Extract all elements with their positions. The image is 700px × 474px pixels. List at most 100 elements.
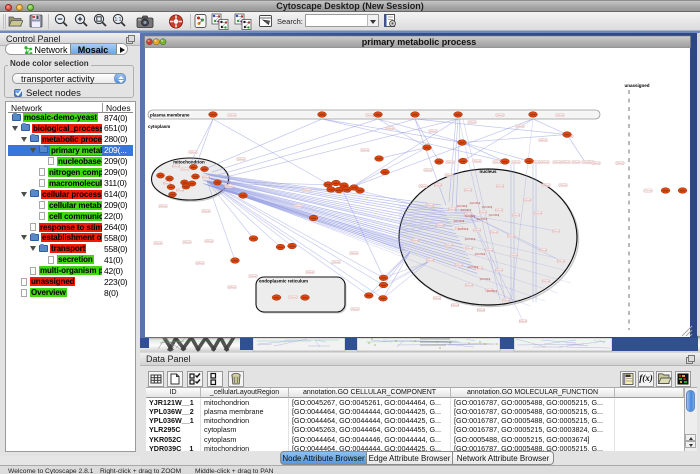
svg-text:[Gw-a]: [Gw-a] — [516, 125, 523, 128]
svg-text:[Gw-a]: [Gw-a] — [495, 269, 502, 272]
svg-text:plasma membrane: plasma membrane — [150, 113, 190, 118]
svg-text:[Gw-a]: [Gw-a] — [496, 185, 503, 188]
svg-text:[Gw-a]: [Gw-a] — [183, 241, 190, 244]
svg-text:[Gw-a]: [Gw-a] — [289, 296, 296, 299]
svg-text:[Gw-a]: [Gw-a] — [154, 242, 161, 245]
svg-text:unassigned: unassigned — [624, 83, 649, 88]
svg-text:[Gw-a]: [Gw-a] — [519, 320, 526, 323]
svg-text:[Gw-a]: [Gw-a] — [562, 161, 569, 164]
svg-text:primary metabolic process: primary metabolic process — [362, 37, 477, 47]
svg-text:[Gw-a]: [Gw-a] — [434, 184, 441, 187]
svg-text:[Gw-a]: [Gw-a] — [465, 284, 472, 287]
svg-text:[Gw-a]: [Gw-a] — [512, 214, 519, 217]
svg-text:[Gw-a]: [Gw-a] — [294, 205, 301, 208]
svg-text:nucleus: nucleus — [479, 169, 497, 174]
svg-text:[GO:004]: [GO:004] — [458, 227, 469, 231]
svg-text:[Gw-a]: [Gw-a] — [433, 297, 440, 300]
svg-text:[Gw-a]: [Gw-a] — [332, 261, 339, 264]
svg-text:[GO:004]: [GO:004] — [470, 201, 481, 205]
svg-text:[Gw-a]: [Gw-a] — [205, 240, 212, 243]
svg-text:[Gw-a]: [Gw-a] — [496, 114, 503, 117]
svg-text:[Gw-a]: [Gw-a] — [539, 249, 546, 252]
svg-text:1:1: 1:1 — [115, 17, 122, 23]
svg-text:[Gw-a]: [Gw-a] — [510, 254, 517, 257]
svg-text:[Gw-a]: [Gw-a] — [493, 161, 500, 164]
svg-text:[Gw-a]: [Gw-a] — [303, 189, 310, 192]
svg-text:[Gw-a]: [Gw-a] — [465, 247, 472, 250]
svg-text:[Gw-a]: [Gw-a] — [196, 262, 203, 265]
svg-text:mitochondrion: mitochondrion — [173, 160, 205, 165]
svg-text:[Gw-a]: [Gw-a] — [202, 176, 209, 179]
svg-text:[Gw-a]: [Gw-a] — [644, 190, 651, 193]
svg-text:[Gw-a]: [Gw-a] — [446, 161, 453, 164]
svg-text:[GO:004]: [GO:004] — [465, 237, 476, 241]
svg-text:[Gw-a]: [Gw-a] — [473, 160, 480, 163]
svg-text:[Gw-a]: [Gw-a] — [225, 185, 232, 188]
svg-text:[Gw-a]: [Gw-a] — [181, 168, 188, 171]
svg-text:[Gw-a]: [Gw-a] — [542, 184, 549, 187]
svg-text:[Gw-a]: [Gw-a] — [448, 208, 455, 211]
svg-text:[Gw-a]: [Gw-a] — [572, 161, 579, 164]
svg-text:[Gw-a]: [Gw-a] — [159, 205, 166, 208]
svg-text:[Gw-a]: [Gw-a] — [559, 184, 566, 187]
svg-text:[Gw-a]: [Gw-a] — [534, 212, 541, 215]
svg-text:[Gw-a]: [Gw-a] — [495, 209, 502, 212]
svg-text:[Gw-a]: [Gw-a] — [189, 151, 196, 154]
svg-text:[Gw-a]: [Gw-a] — [350, 252, 357, 255]
svg-text:[Gw-a]: [Gw-a] — [592, 162, 599, 165]
svg-text:[Gw-a]: [Gw-a] — [172, 165, 179, 168]
svg-text:[Gw-a]: [Gw-a] — [502, 299, 509, 302]
svg-text:cytoplasm: cytoplasm — [148, 124, 170, 129]
svg-text:[Gw-a]: [Gw-a] — [424, 169, 431, 172]
svg-text:[Gw-a]: [Gw-a] — [202, 210, 209, 213]
svg-text:[Gw-a]: [Gw-a] — [426, 204, 433, 207]
svg-text:[Gw-a]: [Gw-a] — [411, 239, 418, 242]
svg-text:[Gw-a]: [Gw-a] — [464, 189, 471, 192]
svg-text:[Gw-a]: [Gw-a] — [419, 185, 426, 188]
svg-text:[Gw-a]: [Gw-a] — [616, 162, 623, 165]
svg-text:[GO:004]: [GO:004] — [480, 277, 491, 281]
svg-text:[GO:004]: [GO:004] — [468, 265, 479, 269]
svg-text:[Gw-a]: [Gw-a] — [445, 244, 452, 247]
svg-text:[GO:004]: [GO:004] — [465, 214, 476, 218]
svg-text:[Gw-a]: [Gw-a] — [366, 114, 373, 117]
svg-text:[Gw-a]: [Gw-a] — [455, 264, 462, 267]
svg-text:[Gw-a]: [Gw-a] — [542, 280, 549, 283]
svg-text:[Gw-a]: [Gw-a] — [523, 199, 530, 202]
svg-text:[Gw-a]: [Gw-a] — [468, 121, 475, 124]
svg-text:[Gw-a]: [Gw-a] — [552, 230, 559, 233]
svg-text:[GO:004]: [GO:004] — [477, 217, 488, 221]
svg-text:[Gw-a]: [Gw-a] — [556, 114, 563, 117]
svg-text:[Gw-a]: [Gw-a] — [557, 260, 564, 263]
svg-text:[Gw-a]: [Gw-a] — [249, 275, 256, 278]
svg-text:[Gw-a]: [Gw-a] — [445, 174, 452, 177]
svg-text:[GO:004]: [GO:004] — [475, 252, 486, 256]
svg-text:[GO:004]: [GO:004] — [454, 219, 465, 223]
svg-text:[Gw-a]: [Gw-a] — [426, 259, 433, 262]
svg-text:[Gw-a]: [Gw-a] — [512, 161, 519, 164]
svg-text:[Gw-a]: [Gw-a] — [479, 211, 486, 214]
svg-text:[Gw-a]: [Gw-a] — [473, 229, 480, 232]
svg-text:[Gw-a]: [Gw-a] — [485, 249, 492, 252]
svg-text:[GO:004]: [GO:004] — [489, 213, 500, 217]
svg-text:[Gw-a]: [Gw-a] — [451, 304, 458, 307]
svg-text:[Gw-a]: [Gw-a] — [541, 161, 548, 164]
svg-text:[Gw-a]: [Gw-a] — [539, 139, 546, 142]
svg-text:[Gw-a]: [Gw-a] — [361, 149, 368, 152]
svg-text:[GO:004]: [GO:004] — [487, 289, 498, 293]
svg-text:[Gw-a]: [Gw-a] — [237, 158, 244, 161]
svg-text:[Gw-a]: [Gw-a] — [429, 130, 436, 133]
svg-text:[GO:004]: [GO:004] — [482, 205, 493, 209]
svg-text:[Gw-a]: [Gw-a] — [228, 286, 235, 289]
svg-text:[GO:004]: [GO:004] — [461, 208, 472, 212]
svg-text:[Gw-a]: [Gw-a] — [582, 161, 589, 164]
svg-text:endoplasmic reticulum: endoplasmic reticulum — [259, 279, 308, 284]
svg-text:[GO:004]: [GO:004] — [457, 204, 468, 208]
svg-text:[Gw-a]: [Gw-a] — [351, 308, 358, 311]
svg-text:[Gw-a]: [Gw-a] — [490, 231, 497, 234]
svg-text:[Gw-a]: [Gw-a] — [436, 224, 443, 227]
svg-text:[Gw-a]: [Gw-a] — [507, 235, 514, 238]
svg-text:[Gw-a]: [Gw-a] — [306, 271, 313, 274]
svg-text:[Gw-a]: [Gw-a] — [386, 127, 393, 130]
svg-text:[Gw-a]: [Gw-a] — [477, 309, 484, 312]
